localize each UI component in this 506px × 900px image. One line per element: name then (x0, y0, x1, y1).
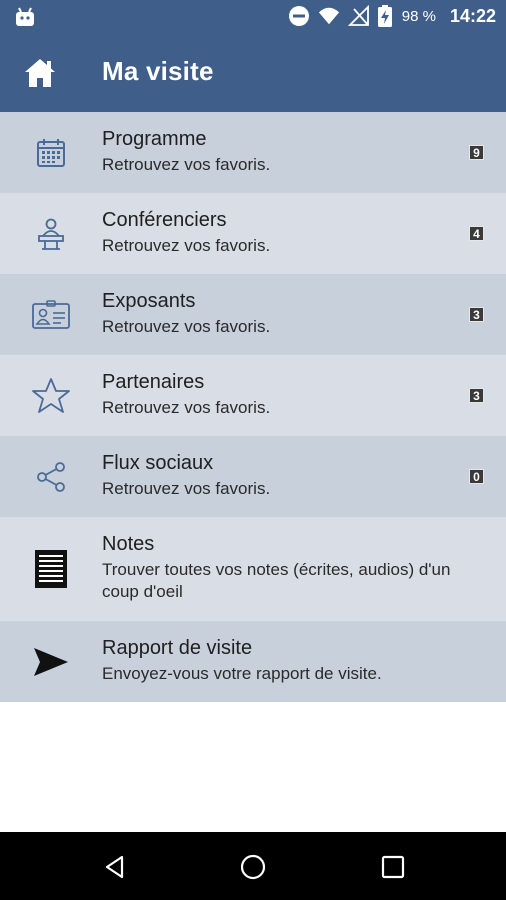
status-bar: 98 % 14:22 (0, 0, 506, 34)
menu-item-exposants[interactable]: Exposants Retrouvez vos favoris. 3 (0, 274, 506, 355)
menu-item-subtitle: Retrouvez vos favoris. (102, 317, 271, 336)
home-icon[interactable] (22, 56, 58, 90)
menu-item-notes[interactable]: Notes Trouver toutes vos notes (écrites,… (0, 517, 506, 621)
app-header: 98 % 14:22 Ma visite (0, 0, 506, 112)
share-icon (30, 457, 72, 497)
menu-item-flux-sociaux[interactable]: Flux sociaux Retrouvez vos favoris. 0 (0, 436, 506, 517)
menu-item-title: Partenaires (102, 371, 205, 393)
count-badge: 4 (469, 226, 484, 241)
battery-charging-icon (377, 5, 392, 27)
android-icon (16, 7, 34, 26)
send-icon (30, 642, 72, 682)
count-badge: 9 (469, 145, 484, 160)
menu-item-title: Rapport de visite (102, 637, 253, 659)
do-not-disturb-icon (288, 6, 309, 26)
menu-item-title: Flux sociaux (102, 452, 214, 474)
navigation-bar (0, 832, 506, 900)
menu-item-title: Exposants (102, 290, 196, 312)
menu-item-conferenciers[interactable]: Conférenciers Retrouvez vos favoris. 4 (0, 193, 506, 274)
wifi-icon (318, 7, 339, 25)
id-card-icon (30, 295, 72, 335)
notes-icon (30, 549, 72, 589)
status-time: 14:22 (449, 5, 496, 26)
menu-item-subtitle: Retrouvez vos favoris. (102, 155, 271, 174)
status-icons: 98 % 14:22 (288, 5, 496, 27)
no-signal-icon (347, 5, 369, 26)
menu-item-programme[interactable]: Programme Retrouvez vos favoris. 9 (0, 112, 506, 193)
menu-item-title: Notes (102, 533, 155, 555)
page-title: Ma visite (102, 56, 214, 86)
count-badge: 3 (469, 388, 484, 403)
menu-item-title: Programme (102, 128, 207, 150)
home-circle-icon[interactable] (238, 852, 268, 882)
menu-item-subtitle: Envoyez-vous votre rapport de visite. (102, 664, 382, 683)
count-badge: 0 (469, 469, 484, 484)
battery-percent: 98 % (401, 7, 436, 25)
menu-item-subtitle: Retrouvez vos favoris. (102, 398, 271, 417)
menu-item-partenaires[interactable]: Partenaires Retrouvez vos favoris. 3 (0, 355, 506, 436)
recents-icon[interactable] (378, 852, 408, 882)
menu-item-rapport-de-visite[interactable]: Rapport de visite Envoyez-vous votre rap… (0, 621, 506, 702)
menu-list: Programme Retrouvez vos favoris. 9 Confé… (0, 112, 506, 702)
menu-item-subtitle: Retrouvez vos favoris. (102, 236, 271, 255)
count-badge: 3 (469, 307, 484, 322)
back-icon[interactable] (100, 852, 130, 882)
menu-item-subtitle: Retrouvez vos favoris. (102, 479, 271, 498)
star-icon (30, 376, 72, 416)
menu-item-title: Conférenciers (102, 209, 227, 231)
menu-item-subtitle: Trouver toutes vos notes (écrites, audio… (102, 560, 451, 601)
speaker-podium-icon (30, 214, 72, 254)
calendar-icon (30, 133, 72, 173)
